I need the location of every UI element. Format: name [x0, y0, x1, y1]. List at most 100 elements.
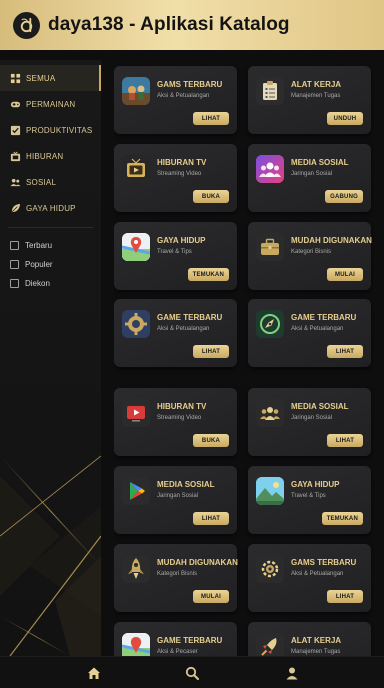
filter-label: Populer: [25, 260, 53, 269]
app-card[interactable]: GAYA HIDUP Travel & Tips TEMUKAN: [114, 222, 237, 290]
checkbox[interactable]: [10, 279, 19, 288]
sidebar-item-label: PRODUKTIVITAS: [26, 125, 93, 135]
card-subtitle: Kategori Bisnis: [291, 249, 332, 255]
card-subtitle: Travel & Tips: [291, 493, 326, 499]
play-store-icon: [122, 477, 150, 505]
app-card[interactable]: MEDIA SOSIAL Jaringan Sosial LIHAT: [114, 466, 237, 534]
checklist-icon: [10, 125, 21, 136]
sidebar-item-label: SOSIAL: [26, 177, 57, 187]
sidebar-item-gaya-hidup[interactable]: GAYA HIDUP: [0, 195, 101, 221]
lihat-button[interactable]: LIHAT: [193, 112, 229, 125]
social-group-icon: [256, 155, 284, 183]
bottom-nav: [0, 656, 384, 688]
card-subtitle: Aksi & Petualangan: [291, 571, 344, 577]
app-card[interactable]: GAMS TERBARU Aksi & Petualangan LIHAT: [248, 544, 371, 612]
card-subtitle: Kategori Bisnis: [157, 571, 198, 577]
mulai-button[interactable]: MULAI: [193, 590, 229, 603]
sidebar-item-permainan[interactable]: PERMAINAN: [0, 91, 101, 117]
search-icon[interactable]: [185, 666, 199, 680]
app-header: daya138 - Aplikasi Katalog: [0, 0, 384, 50]
clipboard-icon: [256, 77, 284, 105]
checkbox[interactable]: [10, 241, 19, 250]
card-subtitle: Aksi & Petualangan: [157, 93, 210, 99]
filter-terbaru[interactable]: Terbaru: [0, 236, 101, 255]
sidebar: SEMUA PERMAINAN PRODUKTIVITAS HIBURAN SO…: [0, 60, 101, 656]
card-title: HIBURAN TV: [157, 158, 207, 167]
card-subtitle: Jaringan Sosial: [291, 415, 333, 421]
card-subtitle: Streaming Video: [157, 415, 202, 421]
sidebar-item-sosial[interactable]: SOSIAL: [0, 169, 101, 195]
filter-label: Diekon: [25, 279, 50, 288]
app-card[interactable]: HIBURAN TV Streaming Video BUKA: [114, 144, 237, 212]
app-card[interactable]: MUDAH DIGUNAKAN Kategori Bisnis MULAI: [248, 222, 372, 290]
filter-label: Terbaru: [25, 241, 53, 250]
rocket-icon: [122, 555, 150, 583]
app-card[interactable]: ALAT KERJA Manajemen Tugas UNDUH: [248, 66, 371, 134]
sidebar-item-label: SEMUA: [26, 73, 56, 83]
app-card[interactable]: MEDIA SOSIAL Jaringan Sosial GABUNG: [248, 144, 371, 212]
app-card[interactable]: ALAT KERJA Manajemen Tugas: [248, 622, 371, 656]
sidebar-item-hiburan[interactable]: HIBURAN: [0, 143, 101, 169]
sidebar-item-produktivitas[interactable]: PRODUKTIVITAS: [0, 117, 101, 143]
gabung-button[interactable]: GABUNG: [325, 190, 363, 203]
mulai-button[interactable]: MULAI: [327, 268, 363, 281]
grid-icon: [10, 73, 21, 84]
buka-button[interactable]: BUKA: [193, 434, 229, 447]
lihat-button[interactable]: LIHAT: [327, 434, 363, 447]
card-title: GAMS TERBARU: [157, 80, 223, 89]
card-subtitle: Aksi & Petualangan: [157, 326, 210, 332]
unduh-button[interactable]: UNDUH: [327, 112, 363, 125]
card-subtitle: Streaming Video: [157, 171, 202, 177]
lihat-button[interactable]: LIHAT: [327, 590, 363, 603]
app-card[interactable]: MEDIA SOSIAL Jaringan Sosial LIHAT: [248, 388, 371, 456]
buka-button[interactable]: BUKA: [193, 190, 229, 203]
temukan-button[interactable]: TEMUKAN: [321, 512, 363, 525]
people-group-icon: [256, 399, 284, 427]
card-title: MUDAH DIGUNAKAN: [291, 236, 372, 245]
filter-populer[interactable]: Populer: [0, 255, 101, 274]
card-title: ALAT KERJA: [291, 636, 342, 645]
compass-icon: [256, 310, 284, 338]
app-card[interactable]: GAME TERBARU Aksi & Petualangan LIHAT: [248, 299, 371, 367]
profile-icon[interactable]: [285, 666, 299, 680]
card-subtitle: Aksi & Pecaser: [157, 649, 198, 655]
game-scene-icon: [122, 77, 150, 105]
sidebar-divider: [8, 227, 93, 228]
lihat-button[interactable]: LIHAT: [327, 345, 363, 358]
rocket-gold-icon: [256, 633, 284, 656]
card-title: ALAT KERJA: [291, 80, 342, 89]
card-title: GAYA HIDUP: [157, 236, 206, 245]
checkbox[interactable]: [10, 260, 19, 269]
lihat-button[interactable]: LIHAT: [193, 345, 229, 358]
temukan-button[interactable]: TEMUKAN: [187, 268, 229, 281]
app-card[interactable]: GAME TERBARU Aksi & Petualangan LIHAT: [114, 299, 237, 367]
app-card[interactable]: HIBURAN TV Streaming Video BUKA: [114, 388, 237, 456]
app-card[interactable]: GAME TERBARU Aksi & Pecaser: [114, 622, 237, 656]
card-subtitle: Jaringan Sosial: [291, 171, 333, 177]
card-title: MEDIA SOSIAL: [291, 402, 349, 411]
card-title: GAME TERBARU: [157, 636, 223, 645]
gear-cog-icon: [256, 555, 284, 583]
filter-diekon[interactable]: Diekon: [0, 274, 101, 293]
tv-icon: [10, 151, 21, 162]
lihat-button[interactable]: LIHAT: [193, 512, 229, 525]
card-title: MEDIA SOSIAL: [157, 480, 215, 489]
app-card[interactable]: GAMS TERBARU Aksi & Petualangan LIHAT: [114, 66, 237, 134]
sidebar-item-label: HIBURAN: [26, 151, 64, 161]
leaf-icon: [10, 203, 21, 214]
card-title: GAME TERBARU: [157, 313, 223, 322]
card-subtitle: Travel & Tips: [157, 249, 192, 255]
map-pin-icon: [122, 233, 150, 261]
card-subtitle: Manajemen Tugas: [291, 649, 341, 655]
sidebar-item-semua[interactable]: SEMUA: [0, 65, 101, 91]
gamepad-icon: [10, 99, 21, 110]
app-card[interactable]: GAYA HIDUP Travel & Tips TEMUKAN: [248, 466, 371, 534]
d-logo-icon[interactable]: [13, 11, 40, 39]
card-title: GAYA HIDUP: [291, 480, 340, 489]
home-icon[interactable]: [87, 666, 101, 680]
card-title: GAMS TERBARU: [291, 558, 357, 567]
card-title: HIBURAN TV: [157, 402, 207, 411]
app-card[interactable]: MUDAH DIGUNAKAN Kategori Bisnis MULAI: [114, 544, 238, 612]
app-card-grid: GAMS TERBARU Aksi & Petualangan LIHAT AL…: [114, 62, 374, 656]
app-title: daya138 - Aplikasi Katalog: [48, 14, 290, 35]
